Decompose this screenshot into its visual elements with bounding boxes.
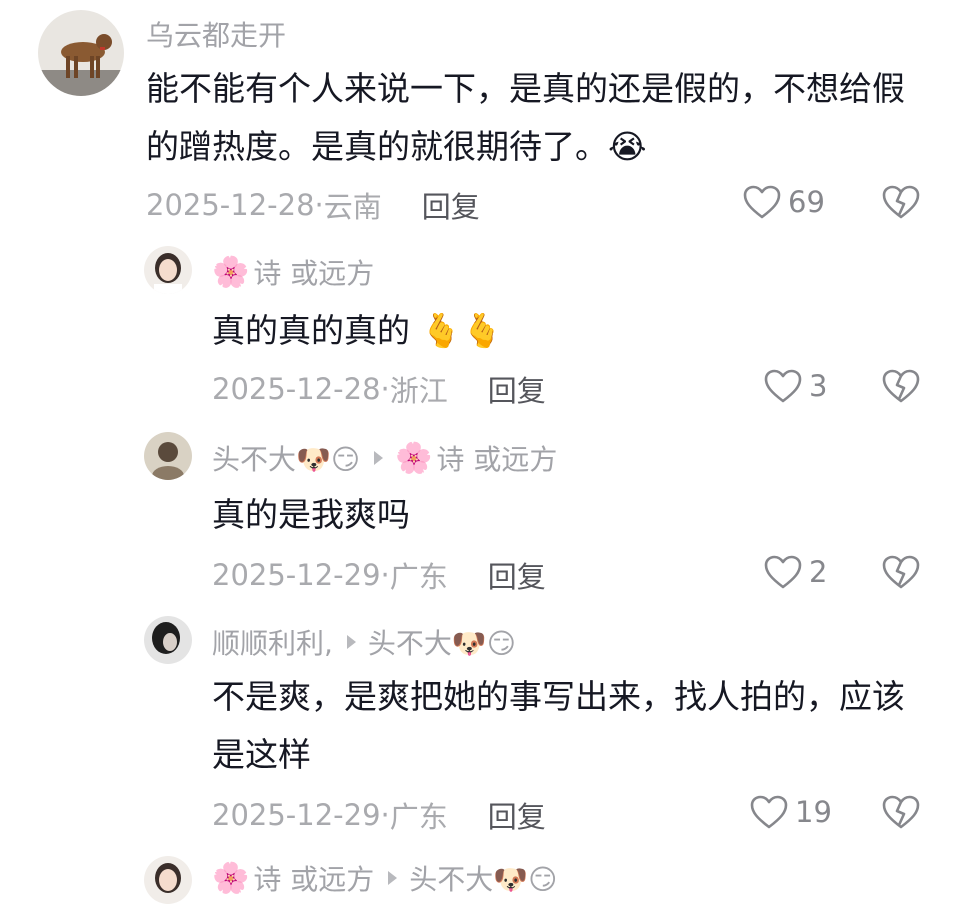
dislike-button[interactable] xyxy=(881,794,921,830)
reply-arrow-icon xyxy=(346,635,356,649)
heart-outline-icon xyxy=(750,795,788,829)
reply-arrow-icon xyxy=(374,451,384,465)
reply-to-username[interactable]: 诗 或远方 xyxy=(436,438,557,478)
username-text: 头不大🐶😏 xyxy=(212,443,361,476)
flower-emoji-icon: 🌸 xyxy=(212,254,250,290)
comment-location: 广东 xyxy=(389,800,448,834)
avatar[interactable] xyxy=(144,856,192,904)
meta-separator: · xyxy=(314,188,324,222)
reply-button[interactable]: 回复 xyxy=(422,184,480,226)
girl-avatar-image xyxy=(144,246,192,294)
user-avatar-image xyxy=(144,432,192,480)
like-count: 2 xyxy=(809,555,828,589)
reply-to-username[interactable]: 头不大🐶😏 xyxy=(409,858,557,898)
reply-button[interactable]: 回复 xyxy=(488,368,546,410)
avatar[interactable] xyxy=(144,432,192,480)
comment-location: 浙江 xyxy=(389,374,448,408)
username-text: 顺顺利利, xyxy=(212,627,333,660)
comment-date: 2025-12-29 xyxy=(212,798,381,832)
username[interactable]: 🌸 诗 或远方 头不大🐶😏 xyxy=(212,858,557,898)
dog-avatar-image xyxy=(38,10,124,96)
username[interactable]: 乌云都走开 xyxy=(146,14,286,54)
username[interactable]: 头不大🐶😏 🌸 诗 或远方 xyxy=(212,438,557,478)
dislike-button[interactable] xyxy=(881,554,921,590)
broken-heart-icon xyxy=(882,795,920,829)
heart-outline-icon xyxy=(743,185,781,219)
broken-heart-icon xyxy=(882,555,920,589)
comment-text: 能不能有个人来说一下，是真的还是假的，不想给假的蹭热度。是真的就很期待了。😭 xyxy=(146,69,905,166)
broken-heart-icon xyxy=(882,369,920,403)
reply-arrow-icon xyxy=(388,871,398,885)
comment-location: 广东 xyxy=(389,560,448,594)
reply-button[interactable]: 回复 xyxy=(488,554,546,596)
username-text: 乌云都走开 xyxy=(146,19,287,52)
avatar[interactable] xyxy=(144,616,192,664)
meta-separator: · xyxy=(380,798,390,832)
like-count: 69 xyxy=(788,185,825,219)
broken-heart-icon xyxy=(882,185,920,219)
like-button[interactable]: 19 xyxy=(749,794,832,830)
like-button[interactable]: 2 xyxy=(763,554,827,590)
user-avatar-image xyxy=(144,616,192,664)
flower-emoji-icon: 🌸 xyxy=(395,440,433,476)
heart-outline-icon xyxy=(764,555,802,589)
meta-separator: · xyxy=(380,558,390,592)
like-button[interactable]: 69 xyxy=(742,184,825,220)
dislike-button[interactable] xyxy=(881,184,921,220)
meta-separator: · xyxy=(380,372,390,406)
comment-meta: 2025-12-29 · 广东 回复 xyxy=(212,794,546,836)
username-text: 诗 或远方 xyxy=(253,257,375,290)
comment-date: 2025-12-28 xyxy=(146,188,315,222)
username[interactable]: 🌸 诗 或远方 xyxy=(212,252,374,292)
reply-to-username[interactable]: 头不大🐶😏 xyxy=(368,622,516,662)
reply-button[interactable]: 回复 xyxy=(488,794,546,836)
comment-meta: 2025-12-28 · 云南 回复 xyxy=(146,184,480,226)
like-button[interactable]: 3 xyxy=(763,368,827,404)
heart-outline-icon xyxy=(764,369,802,403)
comment-meta: 2025-12-29 · 广东 回复 xyxy=(212,554,546,596)
avatar[interactable] xyxy=(144,246,192,294)
comment-location: 云南 xyxy=(323,190,382,224)
like-count: 19 xyxy=(795,795,832,829)
dislike-button[interactable] xyxy=(881,368,921,404)
avatar[interactable] xyxy=(38,10,124,96)
comment-date: 2025-12-28 xyxy=(212,372,381,406)
comment-meta: 2025-12-28 · 浙江 回复 xyxy=(212,368,546,410)
comment-text: 不是爽，是爽把她的事写出来，找人拍的，应该是这样 xyxy=(212,677,905,774)
comment-text: 真的真的真的 🫰🫰 xyxy=(212,311,503,350)
comment-date: 2025-12-29 xyxy=(212,558,381,592)
like-count: 3 xyxy=(809,369,828,403)
username[interactable]: 顺顺利利, 头不大🐶😏 xyxy=(212,622,516,662)
flower-emoji-icon: 🌸 xyxy=(212,860,250,896)
girl-avatar-image xyxy=(144,856,192,904)
comment-text: 真的是我爽吗 xyxy=(212,495,410,534)
username-text: 诗 或远方 xyxy=(253,863,375,896)
